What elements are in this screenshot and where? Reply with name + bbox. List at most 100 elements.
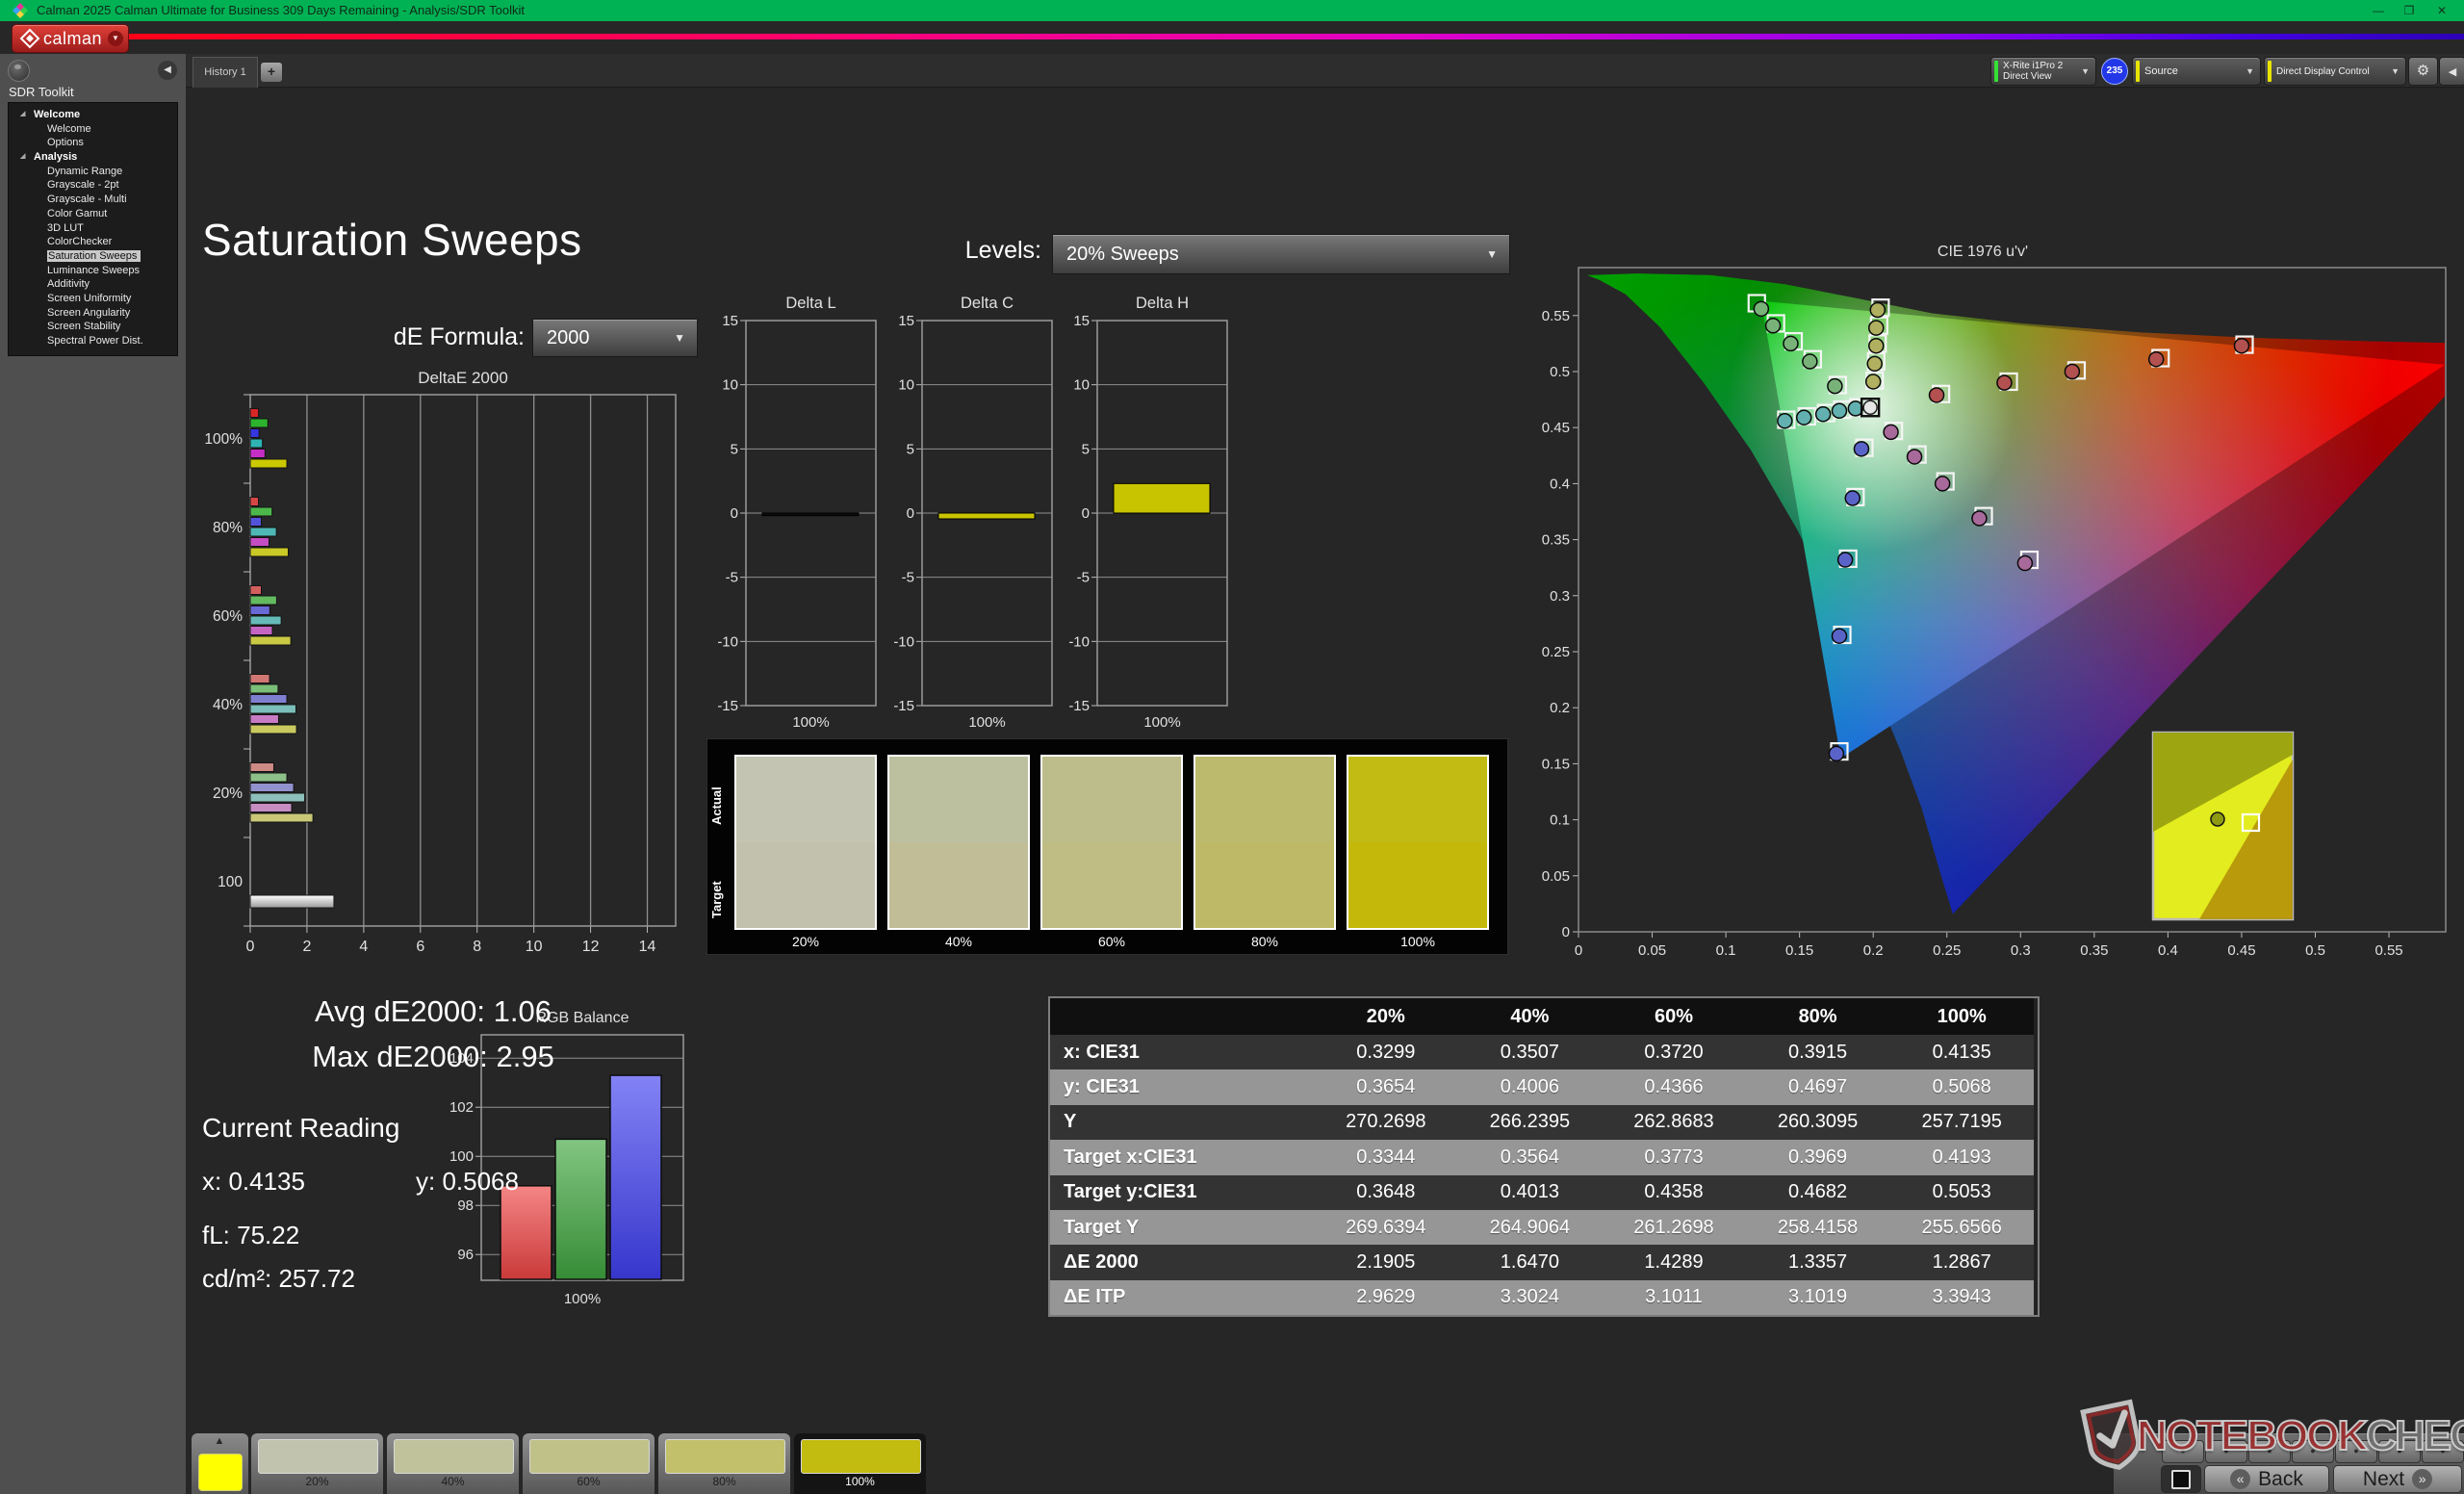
sidebar-item-welcome-group[interactable]: ◢Welcome xyxy=(9,108,177,122)
svg-text:0.25: 0.25 xyxy=(1933,942,1961,959)
calman-menu-button[interactable]: calman ▼ xyxy=(12,24,129,53)
table-row-label: y: CIE31 xyxy=(1050,1069,1314,1104)
svg-text:100%: 100% xyxy=(968,714,1005,731)
chevron-double-left-icon: « xyxy=(2230,1469,2250,1489)
table-cell: 0.3720 xyxy=(1602,1035,1746,1069)
sidebar-item-luminance-sweeps[interactable]: Luminance Sweeps xyxy=(9,264,177,278)
footer-tool-button-6[interactable]: ● xyxy=(2378,1440,2421,1463)
maximize-icon[interactable]: ❐ xyxy=(2397,2,2422,19)
table-cell: 0.3915 xyxy=(1746,1035,1890,1069)
filmstrip-tile-60[interactable]: 60% xyxy=(523,1433,654,1494)
sidebar-item-grayscale-multi[interactable]: Grayscale - Multi xyxy=(9,193,177,207)
tile-color-patch xyxy=(394,1439,514,1474)
cie-point-magenta xyxy=(2017,556,2032,571)
deltae-bar xyxy=(250,439,263,448)
sidebar-item-colorchecker[interactable]: ColorChecker xyxy=(9,235,177,249)
meter-dropdown[interactable]: X-Rite i1Pro 2 Direct View ▼ xyxy=(1990,57,2096,86)
filmstrip-tile-100[interactable]: 100% xyxy=(794,1433,926,1494)
delta-c-chart: Delta C151050-5-10-15100% xyxy=(884,289,1066,736)
svg-text:0: 0 xyxy=(1082,505,1090,522)
collapse-panel-button[interactable]: ◀ xyxy=(2439,57,2464,86)
cie-point-red xyxy=(2149,352,2164,367)
table-cell: 270.2698 xyxy=(1314,1105,1458,1140)
sidebar-item-welcome[interactable]: Welcome xyxy=(9,122,177,137)
page-title: Saturation Sweeps xyxy=(202,214,582,266)
footer-tool-button-3[interactable]: ● xyxy=(2248,1440,2291,1463)
cie-point-blue xyxy=(1854,442,1868,456)
expander-icon[interactable]: ◢ xyxy=(20,108,25,122)
table-row-label: Target Y xyxy=(1050,1210,1314,1245)
footer-tool-button-5[interactable]: ● xyxy=(2335,1440,2377,1463)
sidebar-item-additivity[interactable]: Additivity xyxy=(9,277,177,292)
reading-fl: fL: 75.22 xyxy=(202,1221,299,1250)
reading-cdm2: cd/m²: 257.72 xyxy=(202,1264,355,1294)
deltae-bar xyxy=(250,528,276,536)
sidebar-item-color-gamut[interactable]: Color Gamut xyxy=(9,207,177,221)
svg-text:102: 102 xyxy=(449,1099,474,1116)
table-cell: 0.3299 xyxy=(1314,1035,1458,1069)
sidebar-item-grayscale-2pt[interactable]: Grayscale - 2pt xyxy=(9,178,177,193)
measurement-count-badge[interactable]: 235 xyxy=(2101,58,2128,85)
svg-text:6: 6 xyxy=(416,939,424,955)
arrow-up-icon[interactable]: ▲ xyxy=(209,1435,230,1451)
de-formula-dropdown[interactable]: 2000 ▼ xyxy=(532,319,698,357)
sidebar-item-saturation-sweeps[interactable]: Saturation Sweeps xyxy=(9,249,177,264)
levels-dropdown[interactable]: 20% Sweeps ▼ xyxy=(1052,234,1510,274)
source-dropdown[interactable]: Source ▼ xyxy=(2132,57,2261,86)
footer-tool-button-7[interactable]: ● xyxy=(2422,1440,2464,1463)
chevron-down-icon[interactable]: ▼ xyxy=(108,31,123,46)
sidebar-item-analysis-group[interactable]: ◢Analysis xyxy=(9,150,177,165)
close-icon[interactable]: ✕ xyxy=(2429,2,2454,19)
deltae-2000-chart: DeltaE 200002468101214100%80%60%40%20%10… xyxy=(192,364,703,966)
svg-text:0.5: 0.5 xyxy=(1550,364,1570,380)
meter-mode: Direct View xyxy=(2003,71,2051,82)
sidebar-item-screen-uniformity[interactable]: Screen Uniformity xyxy=(9,292,177,306)
gear-icon: ⚙ xyxy=(2417,63,2429,79)
reading-x: x: 0.4135 xyxy=(202,1167,305,1197)
svg-text:15: 15 xyxy=(722,313,738,329)
svg-text:Delta C: Delta C xyxy=(961,295,1014,312)
minimize-icon[interactable]: — xyxy=(2366,2,2391,19)
display-control-label: Direct Display Control xyxy=(2276,66,2370,77)
back-button[interactable]: « Back xyxy=(2204,1465,2329,1493)
sidebar-item-screen-angularity[interactable]: Screen Angularity xyxy=(9,306,177,321)
sidebar-collapse-button[interactable]: ◀ xyxy=(158,61,177,80)
footer-tool-button-1[interactable]: ● xyxy=(2162,1440,2204,1463)
tab-bar: History 1 + X-Rite i1Pro 2 Direct View ▼… xyxy=(186,54,2464,88)
svg-text:-15: -15 xyxy=(1068,698,1090,714)
svg-text:0: 0 xyxy=(1575,942,1582,959)
sidebar-item-spectral-power-dist[interactable]: Spectral Power Dist. xyxy=(9,334,177,348)
tab-history-1[interactable]: History 1 xyxy=(192,57,258,88)
cie-point-green xyxy=(1754,301,1768,316)
sidebar-item-screen-stability[interactable]: Screen Stability xyxy=(9,320,177,334)
stop-button[interactable] xyxy=(2161,1465,2201,1493)
svg-text:0.45: 0.45 xyxy=(1542,420,1570,436)
target-label: Target xyxy=(709,847,731,953)
svg-text:-5: -5 xyxy=(1077,570,1090,586)
footer-tool-button-2[interactable]: ● xyxy=(2205,1440,2247,1463)
sidebar-item-dynamic-range[interactable]: Dynamic Range xyxy=(9,165,177,179)
svg-text:5: 5 xyxy=(907,441,914,457)
footer-tool-button-4[interactable]: ● xyxy=(2292,1440,2334,1463)
sidebar-item-3d-lut[interactable]: 3D LUT xyxy=(9,221,177,236)
expander-icon[interactable]: ◢ xyxy=(20,150,25,165)
swatch-label: 20% xyxy=(734,934,877,949)
filmstrip-nav-tile[interactable]: ▲ xyxy=(192,1433,248,1494)
sidebar-tree: ◢WelcomeWelcomeOptions◢AnalysisDynamic R… xyxy=(8,102,178,356)
settings-button[interactable]: ⚙ xyxy=(2408,57,2438,86)
next-button[interactable]: Next » xyxy=(2333,1465,2462,1493)
filmstrip-tile-40[interactable]: 40% xyxy=(387,1433,519,1494)
display-control-dropdown[interactable]: Direct Display Control ▼ xyxy=(2264,57,2406,86)
deltae-bar xyxy=(250,675,270,683)
cie-point-green xyxy=(1828,379,1842,394)
reading-y: y: 0.5068 xyxy=(416,1167,519,1197)
add-tab-button[interactable]: + xyxy=(261,63,282,82)
filmstrip-tile-80[interactable]: 80% xyxy=(658,1433,790,1494)
filmstrip-tile-20[interactable]: 20% xyxy=(251,1433,383,1494)
cie-point-blue xyxy=(1838,553,1853,567)
sidebar-item-options[interactable]: Options xyxy=(9,136,177,150)
cie-point-blue xyxy=(1845,491,1860,505)
svg-text:12: 12 xyxy=(582,939,600,955)
workflow-home-button[interactable] xyxy=(8,60,30,82)
avg-de2000: Avg dE2000: 1.06 xyxy=(241,994,626,1029)
